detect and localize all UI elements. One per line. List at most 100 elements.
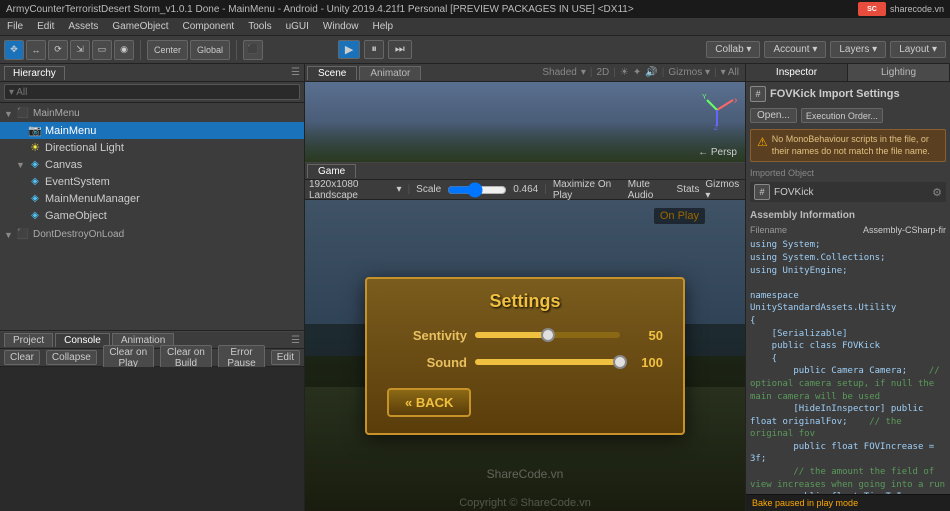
- animator-tab[interactable]: Animator: [359, 66, 421, 80]
- open-btn[interactable]: Open...: [750, 108, 797, 123]
- go-icon-menumanager: ◈: [28, 192, 42, 206]
- status-text: Bake paused in play mode: [752, 498, 858, 508]
- collab-button[interactable]: Collab ▾: [706, 41, 760, 58]
- scene-fx-btn[interactable]: ✦: [633, 67, 641, 78]
- step-button[interactable]: ⏭: [388, 40, 412, 59]
- hierarchy-header: Hierarchy ☰: [0, 64, 304, 82]
- tree-item-mainmenu-scene[interactable]: ▼ ⬛ MainMenu: [0, 105, 304, 122]
- bottom-section: Project Console Animation ☰ Clear Collap…: [0, 331, 304, 511]
- project-tab[interactable]: Project: [4, 333, 53, 347]
- code-line-9: {: [750, 353, 946, 366]
- fovkick-gear-icon[interactable]: ⚙: [932, 186, 942, 199]
- top-tabs-row: Scene Animator Shaded ▾ | 2D | ☀ ✦ 🔊 | G…: [305, 64, 745, 82]
- sensitivity-thumb[interactable]: [541, 328, 555, 342]
- tree-label-dontdestroy: DontDestroyOnLoad: [33, 229, 124, 240]
- rotate-tool-btn[interactable]: ⟳: [48, 40, 68, 60]
- scene-ground: [305, 122, 745, 162]
- arrow-dontdestroy: ▼: [4, 230, 16, 240]
- go-icon-eventsys: ◈: [28, 175, 42, 189]
- game-tab[interactable]: Game: [307, 164, 356, 178]
- scene-audio-btn[interactable]: 🔊: [645, 67, 657, 78]
- menu-gameobject[interactable]: GameObject: [109, 20, 171, 33]
- title-text: ArmyCounterTerroristDesert Storm_v1.0.1 …: [6, 4, 634, 15]
- main-layout: Hierarchy ☰ ▼ ⬛ MainMenu 📷 MainMenu: [0, 64, 950, 511]
- tree-item-dontdestroy[interactable]: ▼ ⬛ DontDestroyOnLoad: [0, 226, 304, 243]
- layout-button[interactable]: Layout ▾: [890, 41, 946, 58]
- resolution-selector[interactable]: 1920x1080 Landscape ▾: [309, 179, 402, 201]
- hierarchy-tab[interactable]: Hierarchy: [4, 66, 65, 80]
- gizmos-btn[interactable]: Gizmos ▾: [668, 67, 710, 78]
- game-tab-row: Game: [305, 162, 745, 180]
- lighting-tab[interactable]: Lighting: [848, 64, 950, 81]
- sound-thumb[interactable]: [613, 355, 627, 369]
- move-tool-btn[interactable]: ↔: [26, 40, 46, 60]
- filename-key: Filename: [750, 225, 787, 235]
- scale-label: Scale: [416, 184, 441, 195]
- 2d-btn[interactable]: 2D: [597, 67, 610, 78]
- layers-button[interactable]: Layers ▾: [830, 41, 886, 58]
- menu-component[interactable]: Component: [180, 20, 238, 33]
- clear-btn[interactable]: Clear: [4, 350, 40, 365]
- maximize-on-play-btn[interactable]: Maximize On Play: [553, 179, 622, 201]
- shaded-arrow[interactable]: ▾: [581, 67, 586, 78]
- copyright-text: Copyright © ShareCode.vn: [305, 497, 745, 509]
- hierarchy-menu-btn[interactable]: ☰: [291, 67, 300, 78]
- account-button[interactable]: Account ▾: [764, 41, 826, 58]
- tree-label-main-camera: MainMenu: [45, 125, 96, 137]
- console-tab[interactable]: Console: [55, 333, 110, 347]
- tree-item-main-camera[interactable]: 📷 MainMenu: [0, 122, 304, 139]
- console-menu-btn[interactable]: ☰: [291, 335, 300, 346]
- mute-audio-btn[interactable]: Mute Audio: [628, 179, 671, 201]
- global-btn[interactable]: Global: [190, 40, 230, 60]
- hierarchy-tree: ▼ ⬛ MainMenu 📷 MainMenu ☀ Directional Li…: [0, 103, 304, 330]
- imported-object-section: Imported Object # FOVKick ⚙: [750, 168, 946, 202]
- scene-lighting-btn[interactable]: ☀: [620, 67, 629, 78]
- scale-slider[interactable]: [447, 184, 507, 196]
- settings-title: Settings: [387, 291, 663, 312]
- console-content: [0, 367, 304, 511]
- menu-file[interactable]: File: [4, 20, 26, 33]
- pause-button[interactable]: ⏸: [364, 40, 384, 59]
- all-filter[interactable]: ▾ All: [721, 67, 739, 78]
- tree-item-directional-light[interactable]: ☀ Directional Light: [0, 139, 304, 156]
- right-panel: Inspector Lighting # FOVKick Import Sett…: [745, 64, 950, 511]
- menu-assets[interactable]: Assets: [65, 20, 101, 33]
- scene-tab[interactable]: Scene: [307, 66, 357, 80]
- menu-help[interactable]: Help: [370, 20, 397, 33]
- collapse-btn[interactable]: Collapse: [46, 350, 97, 365]
- tree-item-eventsystem[interactable]: ◈ EventSystem: [0, 173, 304, 190]
- game-canvas: On Play Settings Sentivity 50: [305, 200, 745, 511]
- tree-item-canvas[interactable]: ▼ ◈ Canvas: [0, 156, 304, 173]
- sensitivity-fill: [475, 332, 548, 338]
- tree-item-mainmenumanager[interactable]: ◈ MainMenuManager: [0, 190, 304, 207]
- edit-btn[interactable]: Edit: [271, 350, 300, 365]
- back-button[interactable]: « BACK: [387, 388, 471, 417]
- center-btn[interactable]: Center: [147, 40, 188, 60]
- play-button[interactable]: ▶: [338, 40, 360, 59]
- scale-tool-btn[interactable]: ⇲: [70, 40, 90, 60]
- toolbar-extra-btn[interactable]: ⬛: [243, 40, 263, 60]
- inspector-content: # FOVKick Import Settings Open... Execut…: [746, 82, 950, 494]
- sensitivity-label: Sentivity: [387, 328, 467, 343]
- menu-window[interactable]: Window: [320, 20, 362, 33]
- svg-text:Y: Y: [702, 94, 707, 101]
- menu-ugui[interactable]: uGUI: [283, 20, 312, 33]
- inspector-status: Bake paused in play mode: [746, 494, 950, 511]
- gizmos-game-btn[interactable]: Gizmos ▾: [705, 179, 741, 201]
- hand-tool-btn[interactable]: ✥: [4, 40, 24, 60]
- menu-edit[interactable]: Edit: [34, 20, 57, 33]
- tree-item-gameobject[interactable]: ◈ GameObject: [0, 207, 304, 224]
- inspector-tab[interactable]: Inspector: [746, 64, 848, 81]
- stats-btn[interactable]: Stats: [677, 184, 700, 195]
- rect-tool-btn[interactable]: ▭: [92, 40, 112, 60]
- hierarchy-search-input[interactable]: [4, 84, 300, 100]
- scene-view: X Y Z ← Persp: [305, 82, 745, 162]
- execution-order-btn[interactable]: Execution Order...: [801, 108, 883, 123]
- warning-icon: ⚠: [757, 135, 768, 149]
- transform-tool-btn[interactable]: ◉: [114, 40, 134, 60]
- camera-icon: 📷: [28, 124, 42, 138]
- menu-bar: File Edit Assets GameObject Component To…: [0, 18, 950, 36]
- menu-tools[interactable]: Tools: [245, 20, 274, 33]
- scale-value: 0.464: [513, 184, 538, 195]
- fovkick-label: FOVKick: [774, 187, 813, 198]
